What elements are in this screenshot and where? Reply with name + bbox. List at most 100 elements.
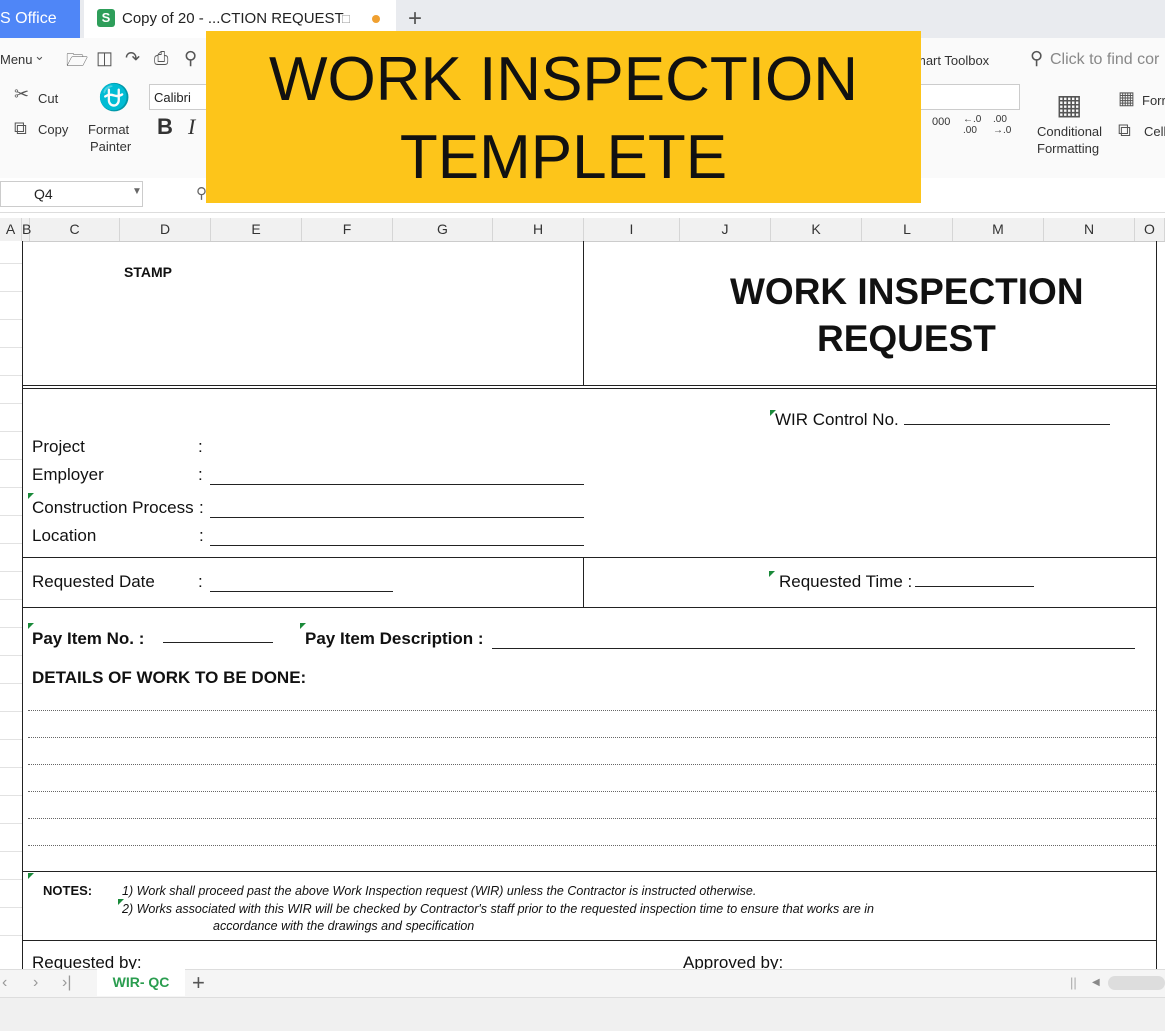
scissors-icon[interactable]: ✂ <box>14 84 29 105</box>
chevron-down-icon[interactable]: ⌄ <box>34 48 45 64</box>
number-format-select[interactable] <box>920 84 1020 110</box>
details-line[interactable] <box>28 737 1156 738</box>
tab-app-label: S Office <box>0 10 57 27</box>
pay-item-desc-label: Pay Item Description : <box>305 629 484 648</box>
status-bar <box>0 997 1165 1031</box>
column-header[interactable]: M <box>953 218 1044 241</box>
format-painter-label-1[interactable]: Format <box>88 122 129 137</box>
column-header[interactable]: F <box>302 218 393 241</box>
cell-button[interactable]: Cell <box>1144 124 1165 139</box>
header-bottom-border-2 <box>22 388 1157 389</box>
horizontal-scrollbar[interactable] <box>1108 976 1165 990</box>
employer-field[interactable] <box>210 484 584 485</box>
colon: : <box>198 572 203 591</box>
location-field[interactable] <box>210 545 584 546</box>
format-button[interactable]: Forr <box>1142 93 1165 108</box>
column-header[interactable]: C <box>30 218 120 241</box>
note-2: 2) Works associated with this WIR will b… <box>122 902 875 916</box>
thousands-separator-button[interactable]: 000 <box>932 116 950 128</box>
save-icon[interactable]: ◫ <box>96 48 113 69</box>
requested-date-field[interactable] <box>210 591 393 592</box>
form-right-border <box>1156 241 1157 969</box>
date-time-divider <box>583 557 584 607</box>
row-gutter <box>0 241 22 969</box>
name-box[interactable]: Q4 <box>0 181 143 207</box>
column-header[interactable]: E <box>211 218 302 241</box>
column-header[interactable]: O <box>1135 218 1165 241</box>
column-header[interactable]: G <box>393 218 493 241</box>
column-header[interactable]: A <box>0 218 22 241</box>
requested-time-field[interactable] <box>915 586 1034 587</box>
details-line[interactable] <box>28 791 1156 792</box>
copy-button[interactable]: Copy <box>38 122 68 137</box>
pay-item-desc-field[interactable] <box>492 648 1135 649</box>
scroll-left-icon[interactable]: ◀ <box>1092 977 1100 988</box>
sheet-tab-wir-qc[interactable]: WIR- QC <box>97 969 185 996</box>
form-title-line-2: REQUEST <box>817 318 996 359</box>
search-icon: ⚲ <box>1030 48 1044 68</box>
details-line[interactable] <box>28 818 1156 819</box>
preview-icon[interactable]: ⚲ <box>184 48 197 69</box>
pay-item-no-field[interactable] <box>163 642 273 643</box>
first-sheet-icon[interactable]: ‹ <box>2 974 7 992</box>
decrease-decimal-button[interactable]: .00 →.0 <box>993 114 1017 136</box>
construction-process-field[interactable] <box>210 517 584 518</box>
header-bottom-border <box>22 385 1157 386</box>
copy-icon[interactable]: ⧉ <box>14 118 27 139</box>
open-folder-icon[interactable]: 🗁 <box>66 48 88 78</box>
conditional-formatting-icon[interactable]: ▦ <box>1056 88 1082 121</box>
conditional-formatting-label-2[interactable]: Formatting <box>1037 141 1099 156</box>
print-icon[interactable]: ⎙ <box>154 48 168 69</box>
last-sheet-icon[interactable]: ›| <box>62 974 71 992</box>
next-sheet-icon[interactable]: › <box>33 974 38 992</box>
section-border <box>22 607 1157 608</box>
italic-button[interactable]: I <box>188 114 195 140</box>
column-header[interactable]: K <box>771 218 862 241</box>
section-border <box>22 557 1157 558</box>
menu-button[interactable]: Menu <box>0 52 33 67</box>
column-header[interactable]: H <box>493 218 584 241</box>
template-banner: WORK INSPECTION TEMPLETE <box>206 31 921 203</box>
search-input[interactable]: Click to find cor <box>1050 51 1159 69</box>
section-border <box>22 871 1157 872</box>
cut-button[interactable]: Cut <box>38 91 58 106</box>
increase-decimal-button[interactable]: ←.0 .00 <box>963 114 987 136</box>
section-border <box>22 940 1157 941</box>
format-icon[interactable]: ▦ <box>1118 88 1135 109</box>
format-painter-label-2[interactable]: Painter <box>90 139 131 154</box>
note-2-continued: accordance with the drawings and specifi… <box>213 919 475 933</box>
smart-toolbox-button[interactable]: mart Toolbox <box>915 53 989 68</box>
name-box-dropdown-icon[interactable]: ▼ <box>132 186 142 197</box>
details-heading: DETAILS OF WORK TO BE DONE: <box>32 668 307 687</box>
details-line[interactable] <box>28 764 1156 765</box>
details-line[interactable] <box>28 710 1156 711</box>
cell-icon[interactable]: ⧉ <box>1118 120 1131 141</box>
details-line[interactable] <box>28 845 1156 846</box>
location-label: Location <box>32 526 97 545</box>
add-sheet-button[interactable]: + <box>192 970 205 996</box>
comment-marker <box>769 571 775 577</box>
conditional-formatting-label-1[interactable]: Conditional <box>1037 124 1102 139</box>
requested-time-label: Requested Time : <box>779 572 913 591</box>
format-painter-icon[interactable]: ⛎ <box>98 82 130 113</box>
export-icon[interactable]: ↷ <box>125 48 140 69</box>
project-label: Project <box>32 437 85 456</box>
form-title-line-1: WORK INSPECTION <box>730 271 1084 312</box>
bold-button[interactable]: B <box>157 114 173 140</box>
colon: : <box>199 526 204 545</box>
wir-control-field[interactable] <box>904 424 1110 425</box>
colon: : <box>198 465 203 484</box>
tab-wps-office[interactable]: S Office <box>0 0 80 38</box>
split-handle-icon[interactable]: || <box>1070 975 1077 990</box>
column-header[interactable]: J <box>680 218 771 241</box>
unsaved-dot-icon <box>372 15 380 23</box>
column-headers: A B C D E F G H I J K L M N O <box>0 218 1165 242</box>
column-header[interactable]: I <box>584 218 680 241</box>
column-header[interactable]: D <box>120 218 211 241</box>
column-header[interactable]: L <box>862 218 953 241</box>
note-1: 1) Work shall proceed past the above Wor… <box>122 884 757 898</box>
column-header[interactable]: N <box>1044 218 1135 241</box>
column-header[interactable]: B <box>22 218 31 241</box>
form-left-border <box>22 241 23 969</box>
colon: : <box>199 498 204 517</box>
